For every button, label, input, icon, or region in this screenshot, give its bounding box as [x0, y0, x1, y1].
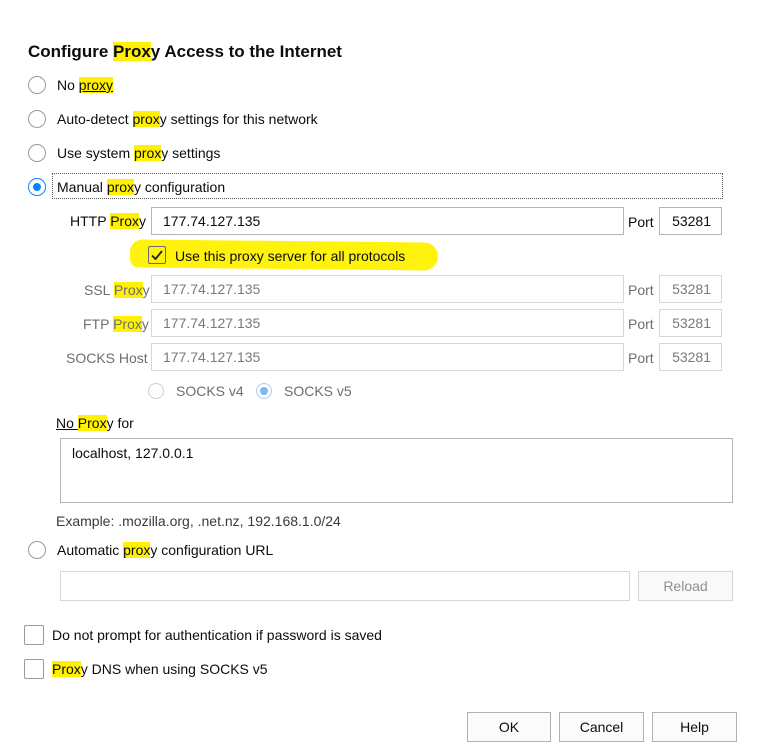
reload-button[interactable]: Reload [638, 571, 733, 601]
ftp-port-label: Port [628, 316, 654, 332]
cancel-button[interactable]: Cancel [559, 712, 644, 742]
no-proxy-label[interactable]: No proxy [57, 77, 114, 93]
ftp-proxy-input[interactable]: 177.74.127.135 [151, 309, 624, 337]
ssl-proxy-label: SSL Proxy [84, 282, 150, 298]
ssl-proxy-input[interactable]: 177.74.127.135 [151, 275, 624, 303]
no-prompt-auth-checkbox[interactable] [24, 625, 44, 645]
system-proxy-label[interactable]: Use system proxy settings [57, 145, 220, 161]
no-proxy-for-label: No Proxy for [56, 415, 134, 431]
socks-port-input[interactable]: 53281 [659, 343, 722, 371]
http-proxy-label: HTTP Proxy [70, 213, 146, 229]
http-port-label: Port [628, 214, 654, 230]
ftp-port-input[interactable]: 53281 [659, 309, 722, 337]
dialog-title: Configure Proxy Access to the Internet [28, 42, 342, 61]
manual-proxy-radio[interactable] [28, 178, 46, 196]
manual-proxy-label[interactable]: Manual proxy configuration [57, 179, 225, 195]
auto-detect-radio[interactable] [28, 110, 46, 128]
ok-button[interactable]: OK [467, 712, 551, 742]
no-proxy-radio[interactable] [28, 76, 46, 94]
ssl-port-label: Port [628, 282, 654, 298]
ssl-port-input[interactable]: 53281 [659, 275, 722, 303]
no-proxy-example: Example: .mozilla.org, .net.nz, 192.168.… [56, 513, 341, 529]
ftp-proxy-label: FTP Proxy [83, 316, 149, 332]
no-proxy-for-textarea[interactable]: localhost, 127.0.0.1 [60, 438, 733, 503]
socks-host-input[interactable]: 177.74.127.135 [151, 343, 624, 371]
share-settings-checkbox[interactable] [148, 246, 166, 264]
http-port-input[interactable]: 53281 [659, 207, 722, 235]
auto-config-url-input[interactable] [60, 571, 630, 601]
no-prompt-auth-label[interactable]: Do not prompt for authentication if pass… [52, 627, 382, 643]
socks-v5-radio[interactable] [256, 383, 272, 399]
proxy-dns-checkbox[interactable] [24, 659, 44, 679]
socks-v4-radio[interactable] [148, 383, 164, 399]
auto-detect-label[interactable]: Auto-detect proxy settings for this netw… [57, 111, 318, 127]
socks-host-label: SOCKS Host [66, 350, 148, 366]
auto-config-url-label[interactable]: Automatic proxy configuration URL [57, 542, 273, 558]
auto-config-url-radio[interactable] [28, 541, 46, 559]
proxy-dns-label[interactable]: Proxy DNS when using SOCKS v5 [52, 661, 268, 677]
socks-v5-label[interactable]: SOCKS v5 [284, 383, 352, 399]
checkmark-icon [151, 250, 163, 261]
share-settings-label[interactable]: Use this proxy server for all protocols [175, 248, 405, 264]
socks-port-label: Port [628, 350, 654, 366]
socks-v4-label[interactable]: SOCKS v4 [176, 383, 244, 399]
http-proxy-input[interactable]: 177.74.127.135 [151, 207, 624, 235]
system-proxy-radio[interactable] [28, 144, 46, 162]
help-button[interactable]: Help [652, 712, 737, 742]
